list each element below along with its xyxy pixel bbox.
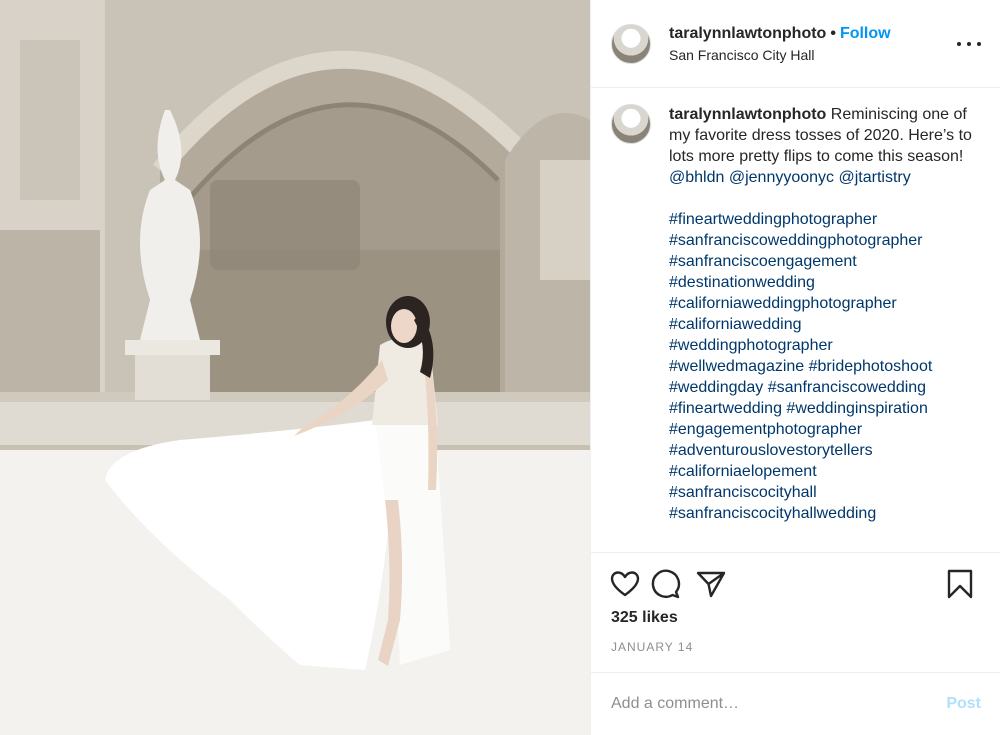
mention-link[interactable]: @jennyyoonyc bbox=[729, 169, 834, 186]
comment-input[interactable] bbox=[611, 695, 947, 713]
post-button[interactable]: Post bbox=[946, 695, 981, 713]
hashtag-line[interactable]: #sanfranciscoweddingphotographer bbox=[669, 230, 979, 251]
post-side-panel: taralynnlawtonphoto • Follow San Francisco… bbox=[590, 0, 1000, 735]
hashtag-line[interactable]: #wellwedmagazine #bridephotoshoot bbox=[669, 356, 979, 377]
share-icon[interactable] bbox=[695, 568, 727, 600]
hashtag-line[interactable]: #californiaweddingphotographer bbox=[669, 293, 979, 314]
caption-username[interactable]: taralynnlawtonphoto bbox=[669, 106, 826, 123]
more-options-icon[interactable] bbox=[957, 34, 981, 54]
post-date[interactable]: JANUARY 14 bbox=[611, 640, 693, 654]
instagram-post: taralynnlawtonphoto • Follow San Francisco… bbox=[0, 0, 1000, 735]
separator-dot: • bbox=[830, 24, 836, 42]
mention-link[interactable]: @jtartistry bbox=[838, 169, 910, 186]
comment-box: Post bbox=[591, 672, 1000, 735]
hashtag-line[interactable]: #californiaelopement bbox=[669, 461, 979, 482]
follow-button[interactable]: Follow bbox=[840, 25, 891, 42]
mention-link[interactable]: @bhldn bbox=[669, 169, 724, 186]
hashtag-line[interactable]: #engagementphotographer bbox=[669, 419, 979, 440]
caption-paragraph: taralynnlawtonphoto Reminiscing one of m… bbox=[669, 104, 979, 188]
likes-count[interactable]: 325 likes bbox=[611, 609, 678, 627]
hashtag-line[interactable]: #fineartweddingphotographer bbox=[669, 209, 979, 230]
hashtag-line[interactable]: #sanfranciscocityhall bbox=[669, 482, 979, 503]
action-bar: 325 likes JANUARY 14 bbox=[591, 552, 1000, 672]
hashtag-line[interactable]: #sanfranciscoengagement bbox=[669, 251, 979, 272]
heart-icon[interactable] bbox=[609, 568, 641, 600]
bookmark-icon[interactable] bbox=[944, 568, 976, 600]
hashtag-line[interactable]: #destinationwedding bbox=[669, 272, 979, 293]
photo-illustration bbox=[0, 0, 590, 735]
hashtag-line[interactable]: #fineartwedding #weddinginspiration bbox=[669, 398, 979, 419]
caption-avatar[interactable] bbox=[611, 104, 651, 144]
header-line: taralynnlawtonphoto • Follow bbox=[669, 24, 891, 44]
caption: taralynnlawtonphoto Reminiscing one of m… bbox=[611, 104, 983, 550]
location-link[interactable]: San Francisco City Hall bbox=[669, 46, 891, 64]
hashtag-line[interactable]: #weddingphotographer bbox=[669, 335, 979, 356]
avatar[interactable] bbox=[611, 23, 651, 64]
hashtag-line[interactable]: #adventurouslovestorytellers bbox=[669, 440, 979, 461]
caption-body: taralynnlawtonphoto Reminiscing one of m… bbox=[669, 104, 979, 550]
hashtag-line[interactable]: #weddingday #sanfranciscowedding bbox=[669, 377, 979, 398]
username-link[interactable]: taralynnlawtonphoto bbox=[669, 25, 826, 42]
post-photo[interactable] bbox=[0, 0, 590, 735]
hashtag-line[interactable]: #sanfranciscocityhallwedding bbox=[669, 503, 979, 524]
post-header: taralynnlawtonphoto • Follow San Francisco… bbox=[591, 0, 1000, 88]
hashtag-list: #fineartweddingphotographer #sanfrancisc… bbox=[669, 209, 979, 524]
comment-icon[interactable] bbox=[649, 568, 681, 600]
header-text: taralynnlawtonphoto • Follow San Francisco… bbox=[669, 24, 891, 64]
hashtag-line[interactable]: #californiawedding bbox=[669, 314, 979, 335]
